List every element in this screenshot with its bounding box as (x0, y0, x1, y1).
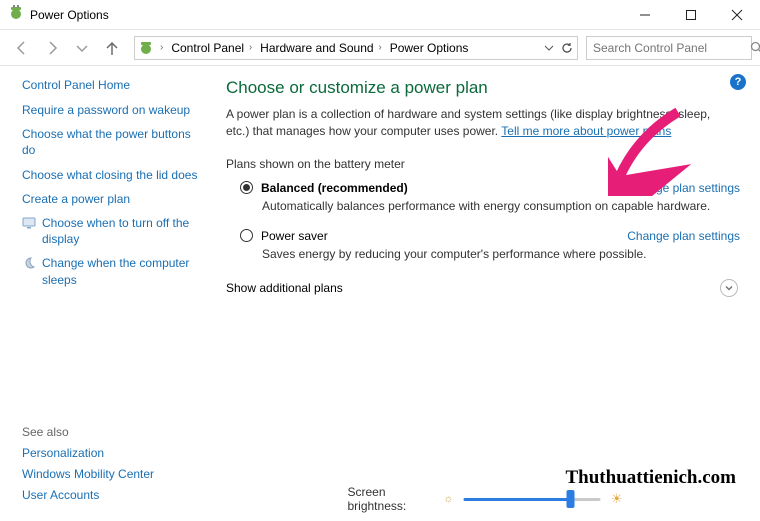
brightness-control: Screen brightness: ☼ ☀ (348, 485, 623, 513)
plan-power-saver-desc: Saves energy by reducing your computer's… (262, 247, 740, 261)
brightness-label: Screen brightness: (348, 485, 434, 513)
forward-button[interactable] (38, 34, 66, 62)
help-icon[interactable]: ? (730, 74, 746, 90)
sidebar-link-create-plan[interactable]: Create a power plan (22, 191, 200, 207)
recent-dropdown[interactable] (68, 34, 96, 62)
see-also-personalization[interactable]: Personalization (22, 446, 154, 460)
sun-bright-icon: ☀ (611, 491, 623, 507)
see-also-head: See also (22, 425, 154, 439)
sidebar-link-power-buttons[interactable]: Choose what the power buttons do (22, 126, 200, 158)
change-plan-settings-balanced[interactable]: Change plan settings (627, 181, 740, 195)
breadcrumb-power-options[interactable]: Power Options (387, 37, 472, 59)
back-button[interactable] (8, 34, 36, 62)
control-panel-home-link[interactable]: Control Panel Home (22, 78, 200, 92)
change-plan-settings-power-saver[interactable]: Change plan settings (627, 229, 740, 243)
breadcrumb-hardware-sound[interactable]: Hardware and Sound › (257, 37, 385, 59)
address-bar[interactable]: › Control Panel › Hardware and Sound › P… (134, 36, 578, 60)
main-panel: ? Choose or customize a power plan A pow… (210, 66, 760, 521)
title-bar: Power Options (0, 0, 760, 30)
refresh-button[interactable] (559, 42, 575, 54)
plan-balanced-desc: Automatically balances performance with … (262, 199, 740, 213)
watermark-text: Thuthuattienich.com (566, 467, 737, 489)
address-history-dropdown[interactable] (541, 43, 557, 53)
sidebar-link-computer-sleeps[interactable]: Change when the computer sleeps (6, 255, 200, 287)
plan-power-saver: Power saver Change plan settings Saves e… (240, 229, 740, 261)
up-button[interactable] (98, 34, 126, 62)
expand-additional-plans-button[interactable] (720, 279, 738, 297)
search-input[interactable] (591, 40, 750, 56)
sidebar-link-turn-off-display[interactable]: Choose when to turn off the display (6, 215, 200, 247)
radio-checked-icon (240, 181, 253, 194)
see-also-mobility-center[interactable]: Windows Mobility Center (22, 467, 154, 481)
page-title: Choose or customize a power plan (226, 78, 740, 98)
tell-me-more-link[interactable]: Tell me more about power plans (501, 124, 671, 138)
see-also-section: See also Personalization Windows Mobilit… (22, 425, 154, 509)
plans-section-head: Plans shown on the battery meter (226, 157, 740, 171)
window-title: Power Options (30, 8, 109, 22)
power-options-icon (8, 5, 24, 24)
display-icon (22, 216, 36, 230)
radio-unchecked-icon (240, 229, 253, 242)
plan-balanced: Balanced (recommended) Change plan setti… (240, 181, 740, 213)
close-button[interactable] (714, 0, 760, 30)
minimize-button[interactable] (622, 0, 668, 30)
sidebar-link-require-password[interactable]: Require a password on wakeup (22, 102, 200, 118)
navigation-bar: › Control Panel › Hardware and Sound › P… (0, 30, 760, 66)
plan-balanced-radio-label[interactable]: Balanced (recommended) (240, 181, 408, 195)
intro-text: A power plan is a collection of hardware… (226, 106, 736, 141)
maximize-button[interactable] (668, 0, 714, 30)
breadcrumb-control-panel[interactable]: Control Panel › (168, 37, 255, 59)
sidebar-link-closing-lid[interactable]: Choose what closing the lid does (22, 167, 200, 183)
address-icon (137, 40, 155, 56)
see-also-user-accounts[interactable]: User Accounts (22, 488, 154, 502)
search-box[interactable] (586, 36, 752, 60)
brightness-slider[interactable] (463, 498, 600, 501)
moon-icon (22, 256, 36, 270)
sun-dim-icon: ☼ (443, 493, 453, 505)
show-additional-plans-label: Show additional plans (226, 281, 343, 295)
plan-power-saver-radio-label[interactable]: Power saver (240, 229, 328, 243)
breadcrumb-sep-root[interactable]: › (157, 37, 166, 59)
search-icon (750, 41, 760, 54)
